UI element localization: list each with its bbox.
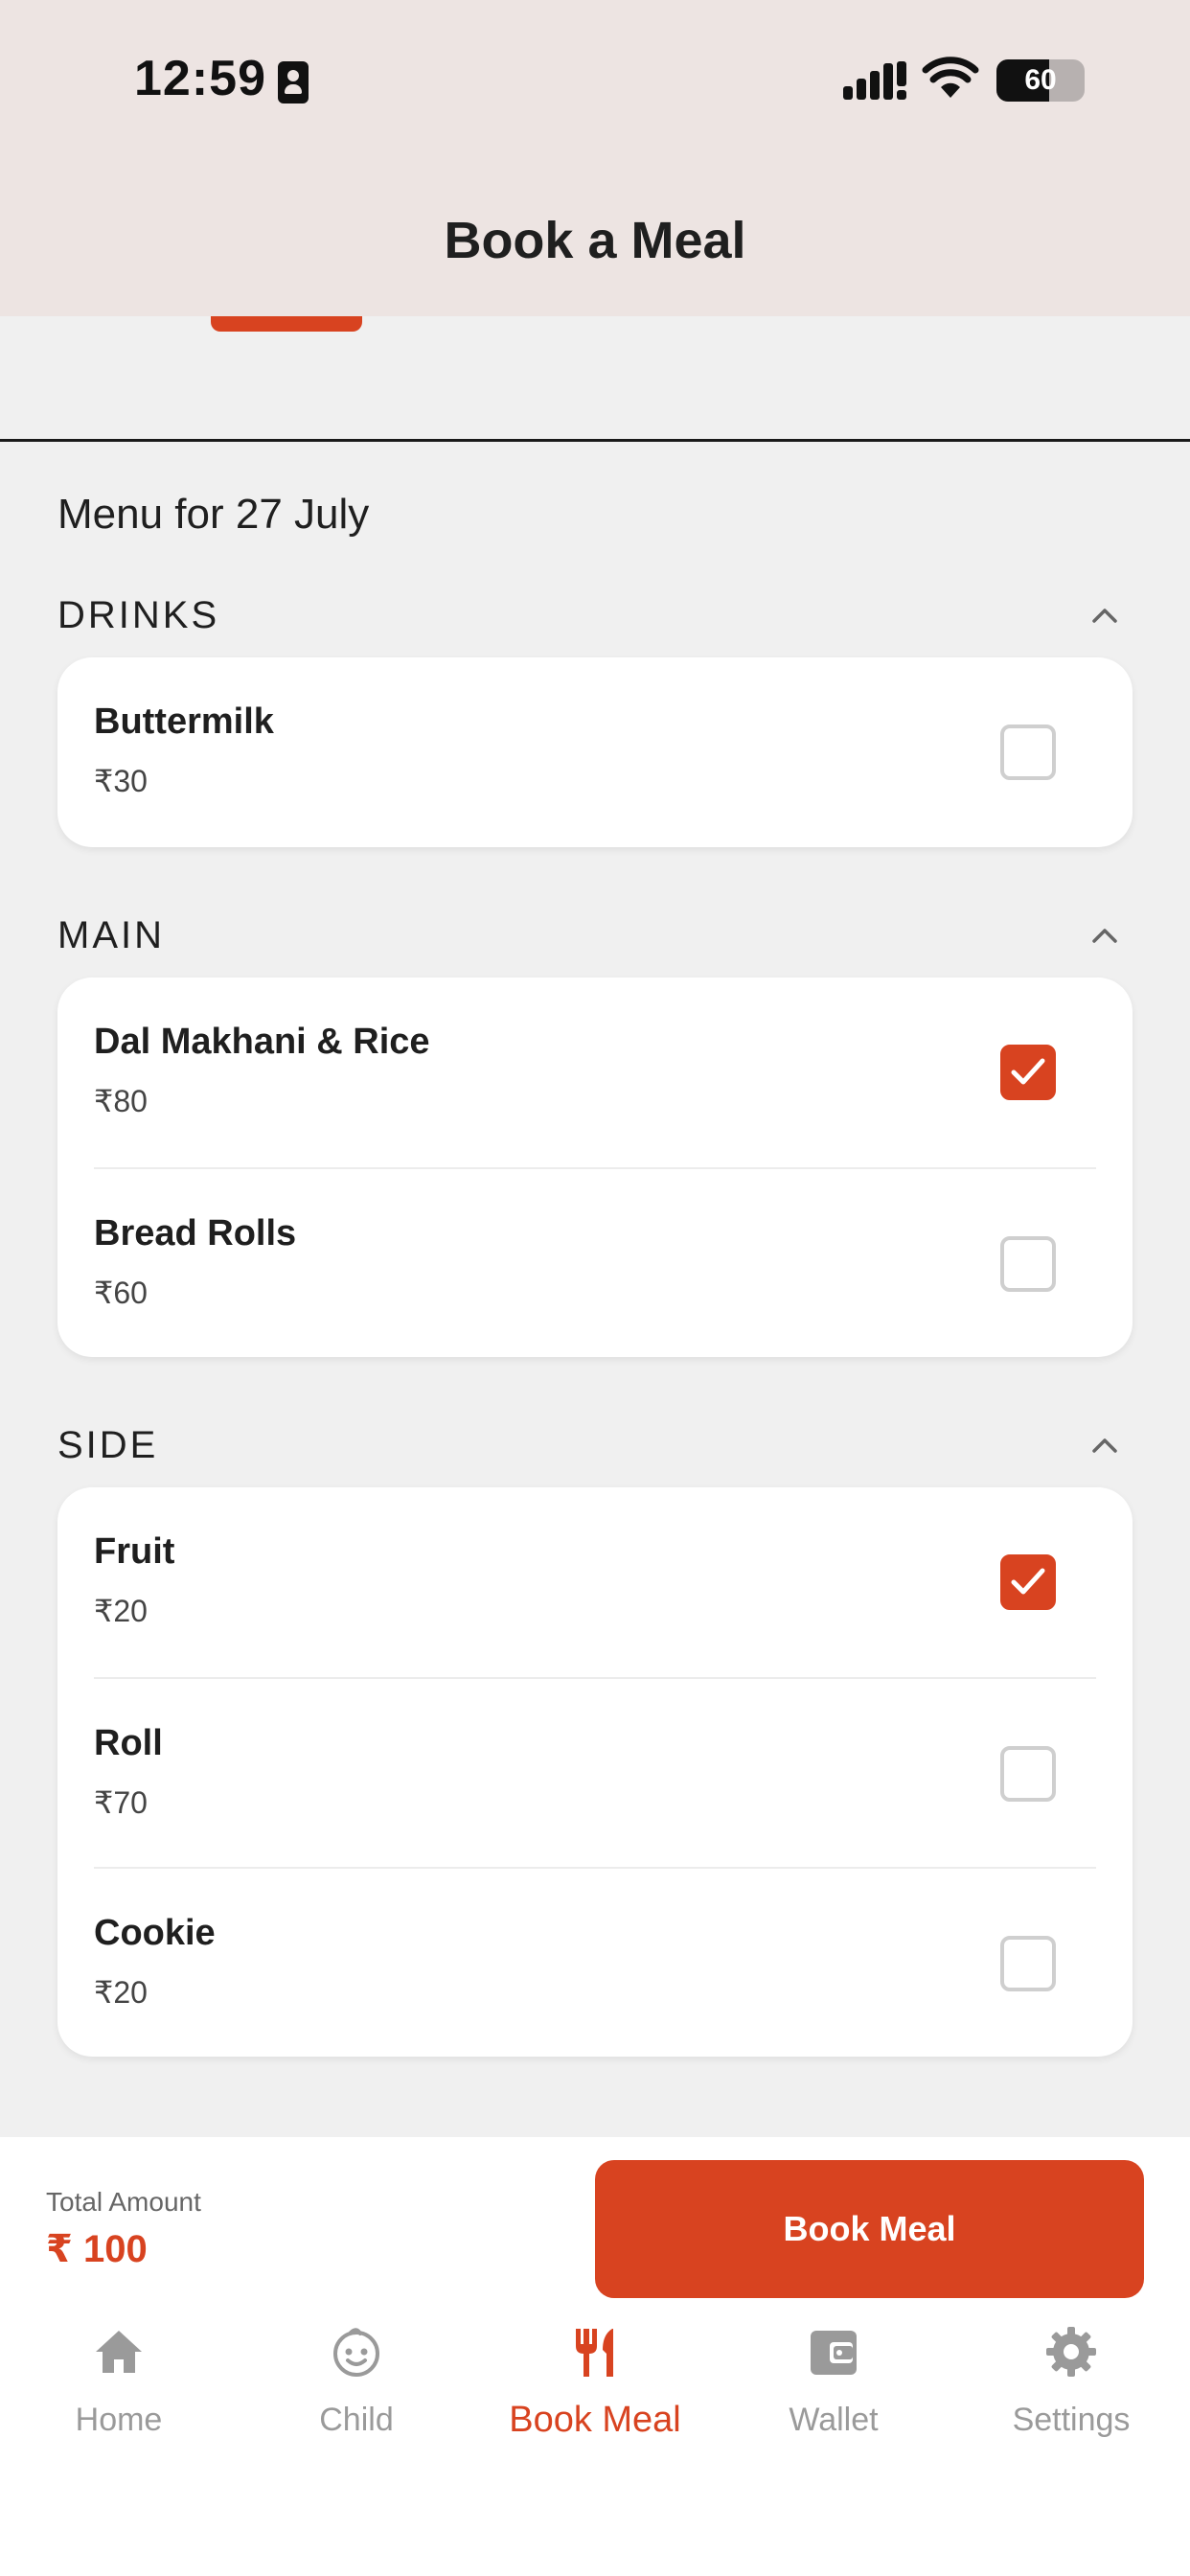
item-checkbox[interactable]	[1000, 1045, 1056, 1100]
menu-item[interactable]: Cookie ₹20	[94, 1867, 1096, 2057]
cellular-signal-icon	[843, 61, 906, 100]
checkmark-icon	[1011, 1058, 1045, 1085]
wifi-icon	[922, 57, 979, 98]
gear-icon	[1046, 2327, 1096, 2377]
nav-label: Home	[75, 2402, 163, 2438]
nav-item-child[interactable]: Child	[261, 2325, 452, 2469]
section-label-drinks: DRINKS	[57, 594, 220, 636]
battery-percent: 60	[1024, 64, 1057, 96]
selected-date-indicator	[211, 316, 362, 332]
page-title: Book a Meal	[444, 212, 746, 269]
section-label-main: MAIN	[57, 914, 165, 956]
item-checkbox[interactable]	[1000, 1936, 1056, 1991]
fork-knife-icon	[576, 2329, 613, 2377]
nav-item-settings[interactable]: Settings	[975, 2325, 1167, 2469]
nav-item-wallet[interactable]: Wallet	[738, 2325, 929, 2469]
menu-item[interactable]: Dal Makhani & Rice ₹80	[94, 978, 1096, 1167]
side-card: Fruit ₹20 Roll ₹70 Cookie ₹20	[57, 1487, 1133, 2057]
item-checkbox[interactable]	[1000, 1236, 1056, 1292]
main-card: Dal Makhani & Rice ₹80 Bread Rolls ₹60	[57, 978, 1133, 1357]
top-header: 12:59 60 Book a Meal	[0, 0, 1190, 316]
chevron-up-icon[interactable]	[1090, 922, 1119, 951]
battery-indicator: 60	[996, 59, 1085, 102]
nav-label: Book Meal	[509, 2400, 681, 2440]
book-meal-button[interactable]: Book Meal	[595, 2160, 1144, 2298]
nav-label: Child	[319, 2402, 394, 2438]
checkmark-icon	[1011, 1568, 1045, 1595]
section-label-side: SIDE	[57, 1424, 159, 1466]
item-price: ₹20	[94, 1975, 148, 2010]
wallet-icon	[811, 2331, 857, 2375]
bottom-bar: Total Amount ₹ 100 Book Meal Home Child	[0, 2137, 1190, 2576]
nav-label: Settings	[1012, 2402, 1131, 2438]
item-price: ₹30	[94, 764, 148, 798]
chevron-up-icon[interactable]	[1090, 1432, 1119, 1460]
item-checkbox[interactable]	[1000, 724, 1056, 780]
child-face-icon	[333, 2328, 379, 2377]
contact-card-icon	[278, 61, 309, 104]
item-price: ₹80	[94, 1084, 148, 1118]
menu-item[interactable]: Roll ₹70	[94, 1677, 1096, 1867]
home-icon	[96, 2331, 142, 2373]
item-name: Bread Rolls	[94, 1213, 297, 1254]
nav-item-home[interactable]: Home	[23, 2325, 215, 2469]
item-checkbox[interactable]	[1000, 1746, 1056, 1802]
item-price: ₹60	[94, 1276, 148, 1310]
item-name: Dal Makhani & Rice	[94, 1022, 430, 1062]
item-name: Fruit	[94, 1531, 175, 1572]
divider	[0, 439, 1190, 442]
bottom-navigation: Home Child Book Meal Wallet Settings	[0, 2325, 1190, 2469]
total-amount-label: Total Amount	[46, 2187, 201, 2217]
nav-item-book-meal[interactable]: Book Meal	[499, 2325, 691, 2469]
total-amount-value: ₹ 100	[46, 2228, 148, 2270]
menu-item[interactable]: Fruit ₹20	[94, 1487, 1096, 1677]
menu-heading: Menu for 27 July	[57, 491, 370, 538]
item-price: ₹20	[94, 1594, 148, 1628]
item-checkbox[interactable]	[1000, 1554, 1056, 1610]
menu-item[interactable]: Bread Rolls ₹60	[94, 1167, 1096, 1357]
item-name: Buttermilk	[94, 702, 274, 742]
status-time: 12:59	[134, 51, 266, 106]
item-price: ₹70	[94, 1785, 148, 1820]
menu-item[interactable]: Buttermilk ₹30	[94, 657, 1096, 847]
item-name: Roll	[94, 1723, 163, 1763]
item-name: Cookie	[94, 1913, 216, 1953]
chevron-up-icon[interactable]	[1090, 602, 1119, 631]
nav-label: Wallet	[789, 2402, 879, 2438]
drinks-card: Buttermilk ₹30	[57, 657, 1133, 847]
